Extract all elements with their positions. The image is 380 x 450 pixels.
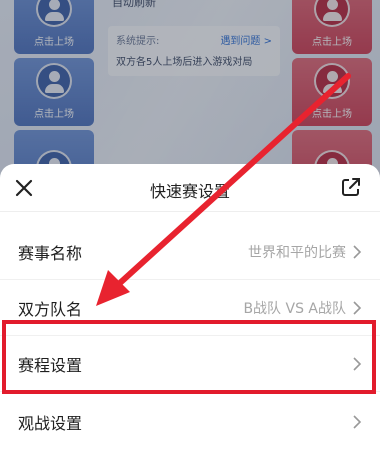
sheet-title: 快速赛设置 (149, 182, 230, 201)
row-label: 双方队名 (18, 299, 83, 319)
highlight-box (2, 320, 376, 394)
quick-match-settings-sheet: 快速赛设置 赛事名称 世界和平的比赛 双方队名 B战队 VS A战队 赛程设置 … (0, 164, 380, 450)
row-label: 观战设置 (18, 414, 83, 433)
row-label: 赛事名称 (18, 243, 83, 263)
chevron-right-icon (353, 244, 362, 259)
row-spectate-settings[interactable]: 观战设置 (0, 394, 380, 450)
chevron-right-icon (353, 415, 362, 429)
sheet-header: 快速赛设置 (0, 164, 380, 212)
row-value: 世界和平的比赛 (248, 244, 346, 261)
share-button[interactable] (340, 176, 362, 198)
row-match-name[interactable]: 赛事名称 世界和平的比赛 (0, 224, 380, 280)
chevron-right-icon (353, 300, 362, 315)
row-value: B战队 VS A战队 (243, 300, 346, 317)
share-icon (342, 178, 360, 196)
